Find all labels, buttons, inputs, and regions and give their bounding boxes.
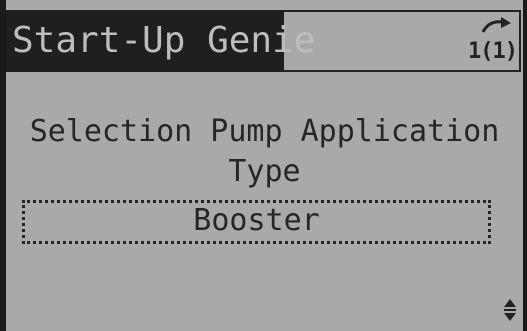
up-down-arrow-icon: [504, 299, 516, 321]
display-bezel-right: [523, 0, 527, 331]
page-title: Start-Up Genie: [12, 20, 316, 61]
back-arrow-icon: [481, 17, 511, 33]
lcp-display: Start-Up Genie 1(1) Selection Pump Appli…: [0, 0, 527, 331]
menu-index: 1(1): [468, 39, 518, 64]
parameter-label: Selection Pump Application Type: [29, 114, 500, 189]
parameter-value[interactable]: Booster: [22, 200, 491, 242]
